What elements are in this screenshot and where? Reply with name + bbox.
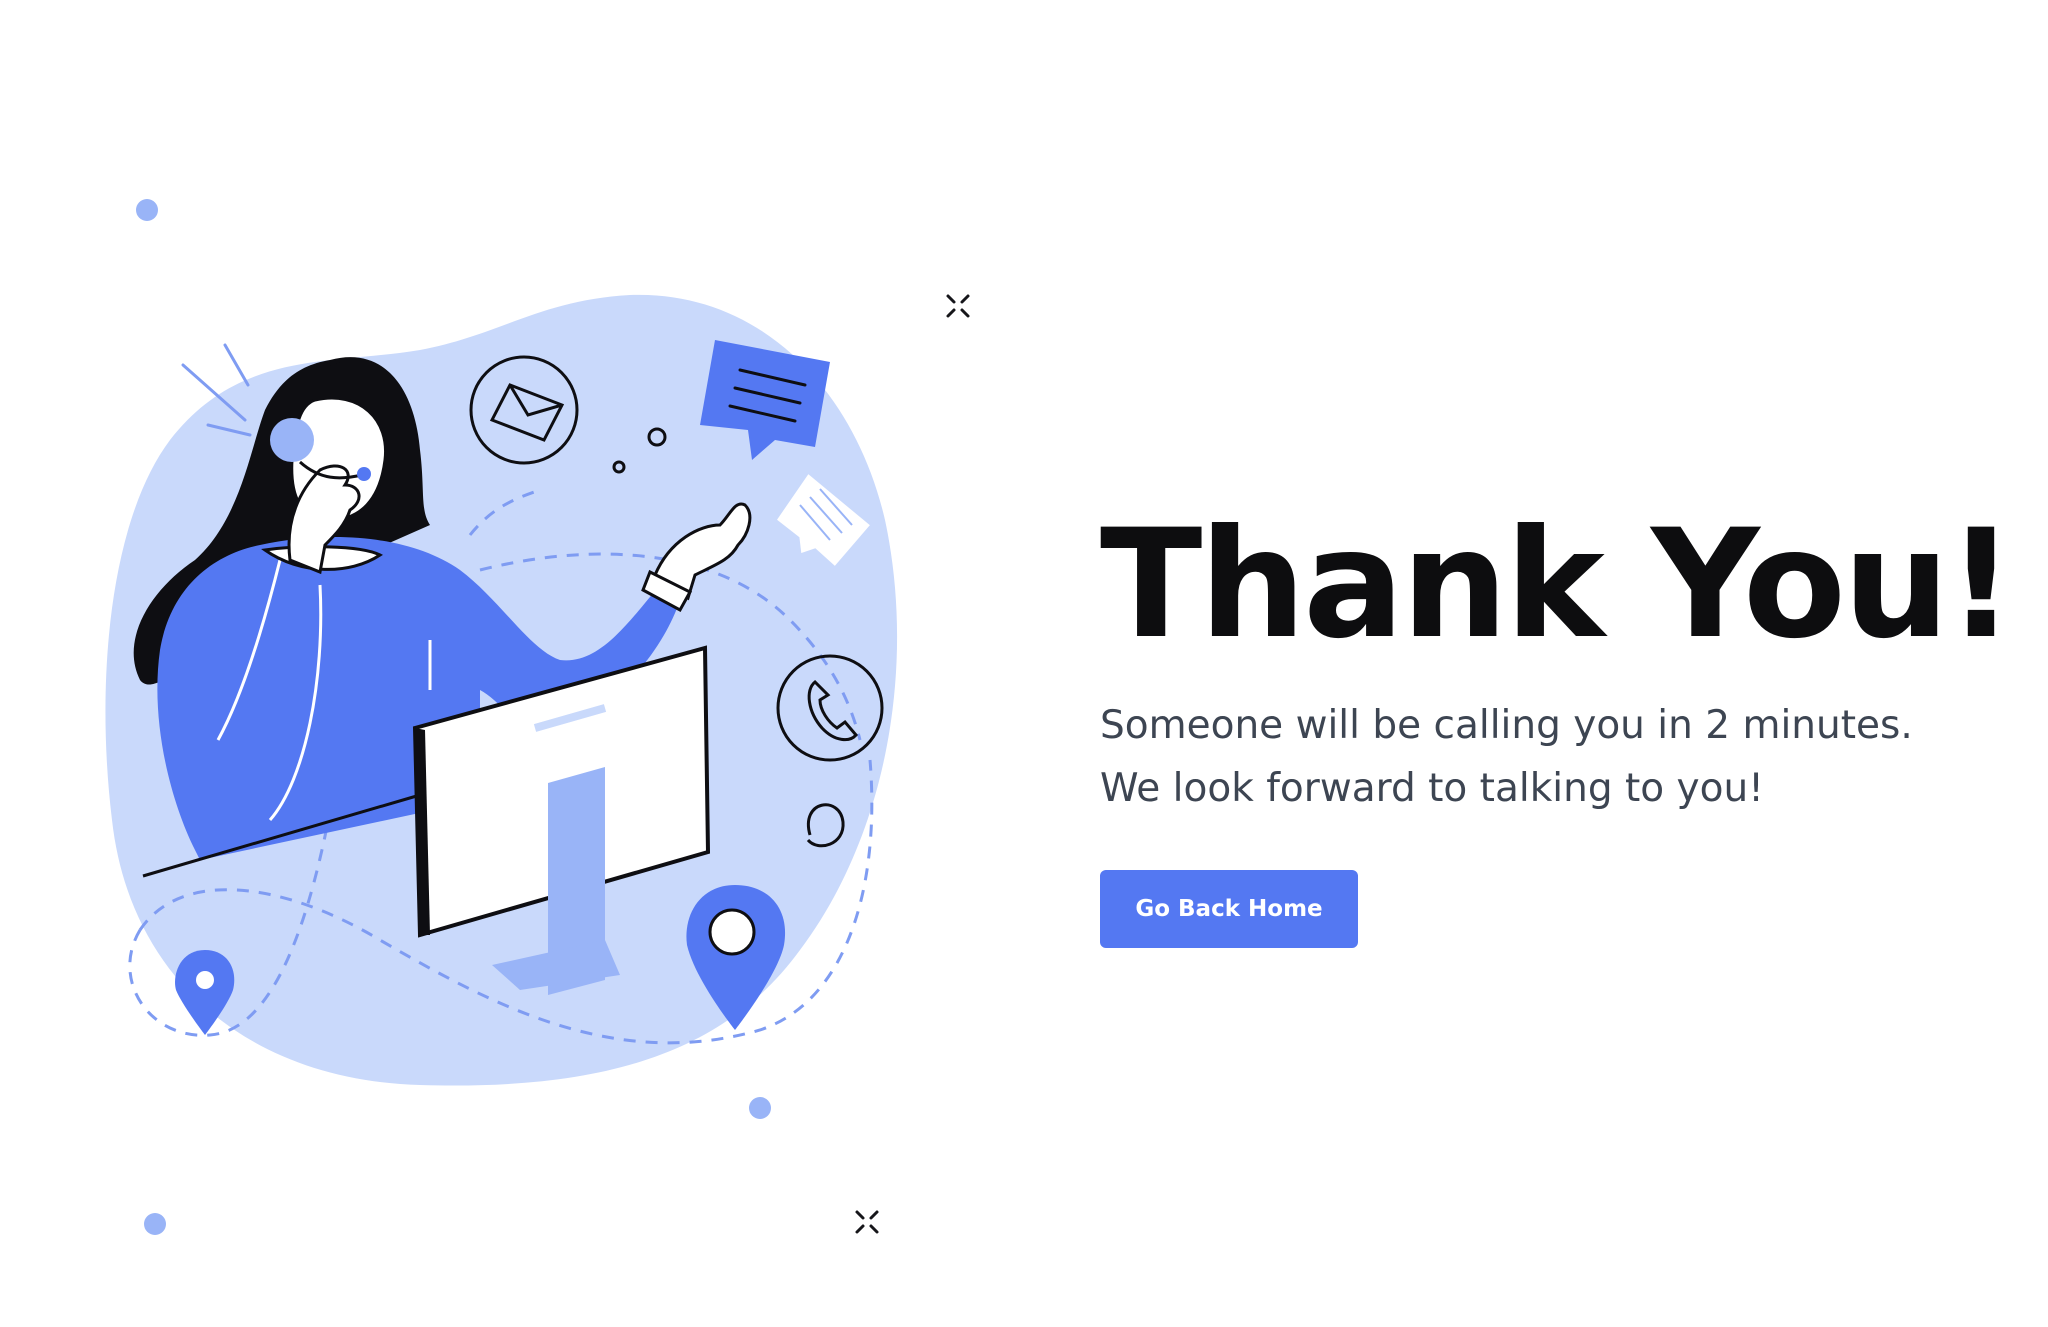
headset-earpiece (270, 418, 314, 462)
message-line-2: We look forward to talking to you! (1100, 766, 1764, 811)
go-back-home-button[interactable]: Go Back Home (1100, 870, 1358, 948)
confirmation-message: Someone will be calling you in 2 minutes… (1100, 694, 1960, 820)
headset-mic-tip (357, 467, 371, 481)
thank-you-panel: Thank You! Someone will be calling you i… (1100, 498, 2015, 948)
decor-dot (144, 1213, 166, 1235)
sparkle-icon (946, 294, 970, 318)
decor-dot (136, 199, 158, 221)
page-title: Thank You! (1100, 498, 2015, 672)
message-line-1: Someone will be calling you in 2 minutes… (1100, 703, 1913, 748)
sparkle-icon (855, 1210, 879, 1234)
decor-dot (749, 1097, 771, 1119)
